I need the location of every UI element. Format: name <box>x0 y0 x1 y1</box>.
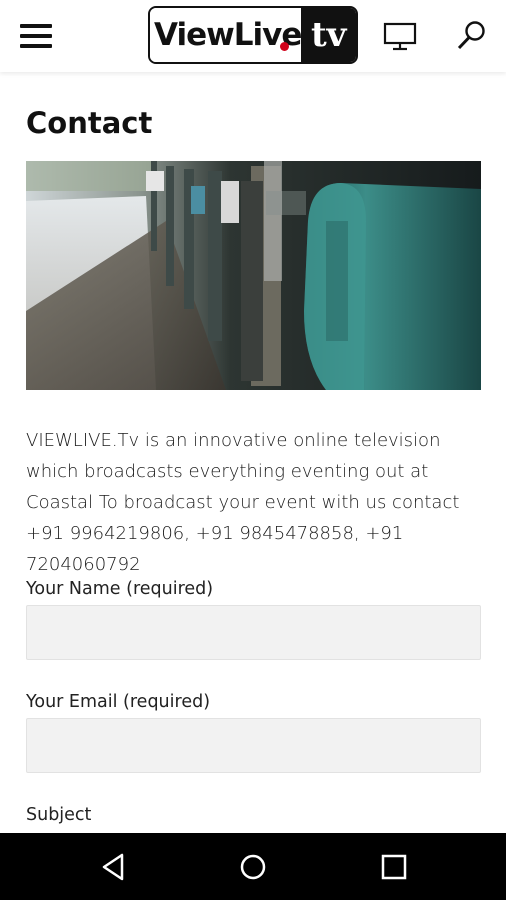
monitor-icon[interactable] <box>382 18 418 54</box>
search-icon[interactable] <box>454 18 490 54</box>
name-label: Your Name (required) <box>26 579 214 599</box>
logo-accent-text: tv <box>301 8 356 62</box>
hamburger-menu-icon[interactable] <box>20 22 52 50</box>
subject-label: Subject <box>26 805 92 825</box>
mailboxes-photo <box>26 161 481 390</box>
logo-main-text: ViewLive <box>150 8 302 62</box>
home-icon[interactable] <box>235 849 271 885</box>
viewlive-logo[interactable]: ViewLive tv <box>148 6 358 64</box>
system-navigation-bar <box>0 833 506 900</box>
intro-text: VIEWLIVE.Tv is an innovative online tele… <box>26 430 460 575</box>
logo-red-dot <box>280 42 289 51</box>
back-icon[interactable] <box>96 849 132 885</box>
email-input[interactable] <box>26 718 481 773</box>
name-input[interactable] <box>26 605 481 660</box>
email-label: Your Email (required) <box>26 692 211 712</box>
page-title: Contact <box>26 106 153 140</box>
top-app-bar: ViewLive tv <box>0 0 506 72</box>
recents-icon[interactable] <box>376 849 412 885</box>
